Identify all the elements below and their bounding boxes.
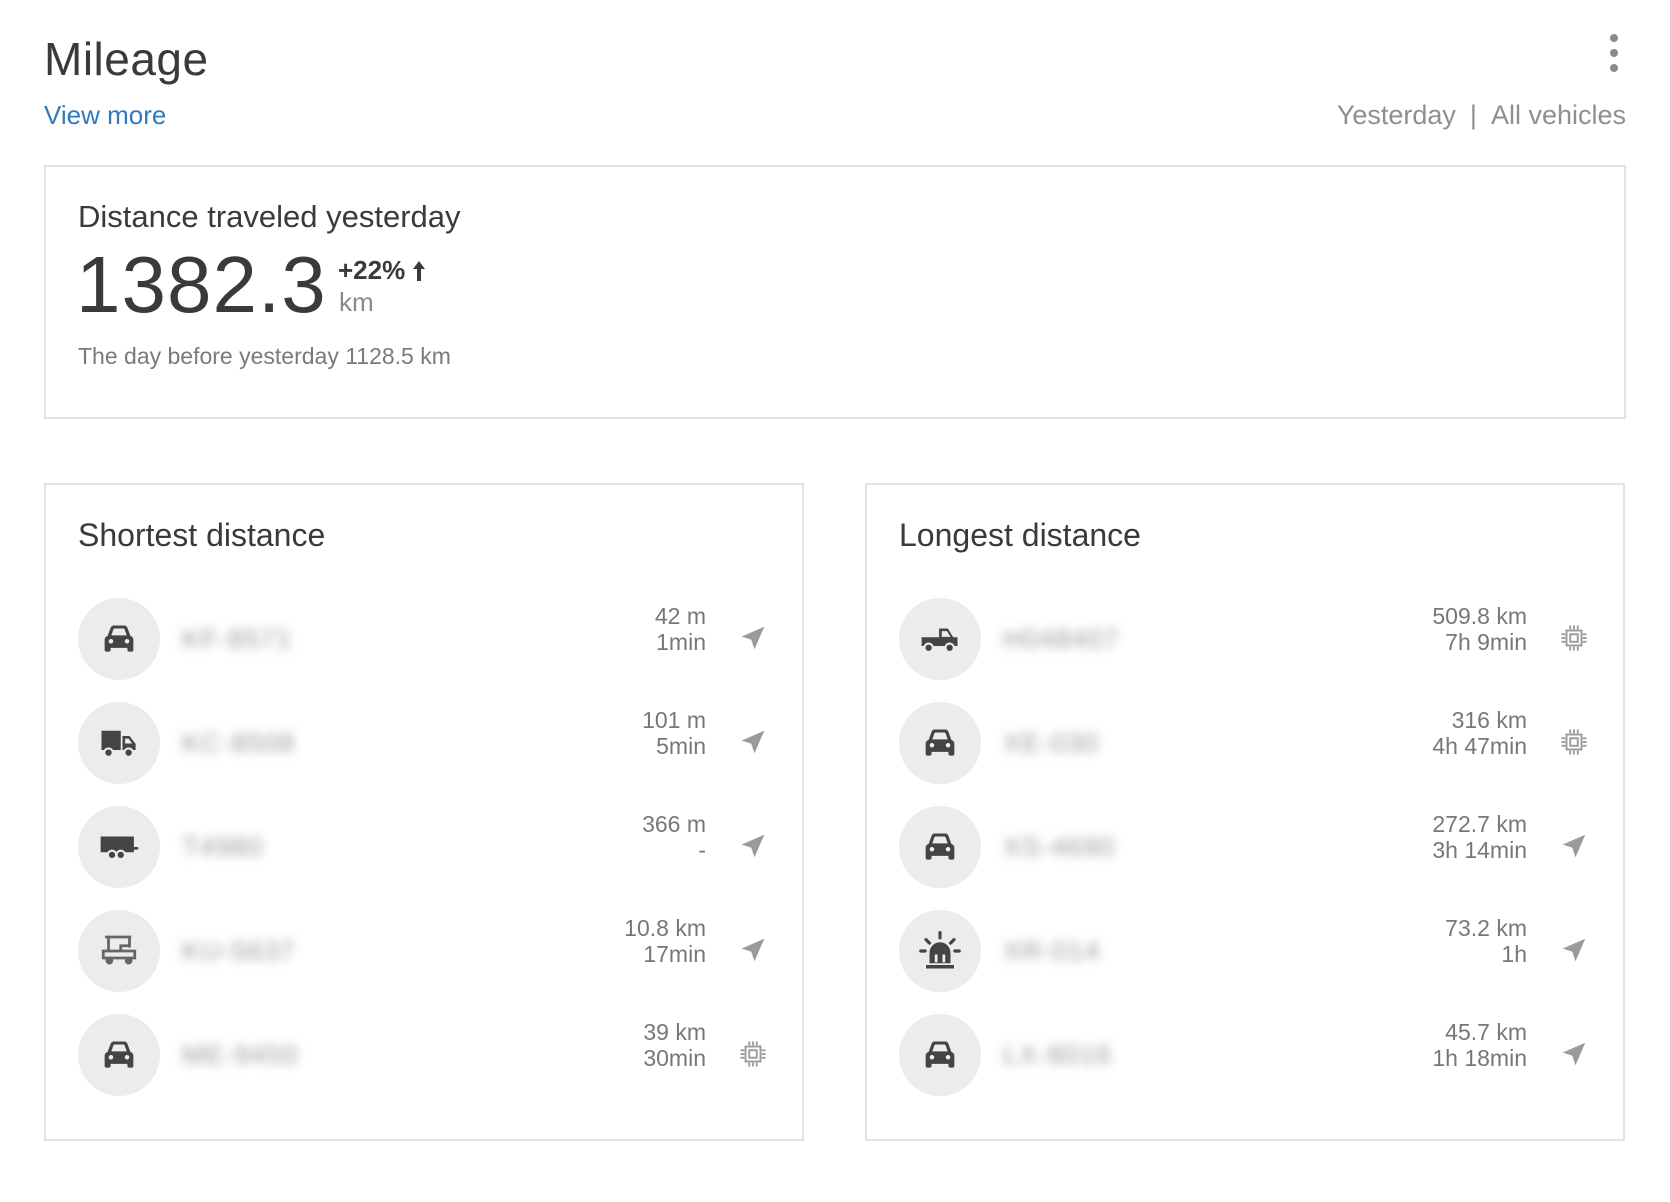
trip-duration: 3h 14min bbox=[1432, 837, 1527, 863]
trip-metrics: 316 km 4h 47min bbox=[1432, 707, 1527, 759]
car-icon bbox=[899, 1014, 981, 1096]
longest-distance-list: H048407 509.8 km 7h 9min XE-030 316 km 4h 47m… bbox=[899, 587, 1593, 1107]
trip-distance: 45.7 km bbox=[1445, 1019, 1527, 1045]
trip-metrics: 509.8 km 7h 9min bbox=[1432, 603, 1527, 655]
distance-summary-card: Distance traveled yesterday 1382.3 +22% … bbox=[44, 165, 1626, 419]
trip-distance: 272.7 km bbox=[1432, 811, 1527, 837]
more-options-icon[interactable] bbox=[1604, 34, 1624, 72]
list-item[interactable]: KF-8571 42 m 1min bbox=[78, 587, 772, 691]
vehicle-plate: XS-4690 bbox=[1003, 831, 1116, 862]
location-arrow-icon bbox=[736, 621, 770, 655]
list-item[interactable]: KC-8508 101 m 5min bbox=[78, 691, 772, 795]
vehicle-plate: XE-030 bbox=[1003, 727, 1100, 758]
trip-metrics: 10.8 km 17min bbox=[624, 915, 706, 967]
trip-metrics: 39 km 30min bbox=[643, 1019, 706, 1071]
list-item[interactable]: KU-5637 10.8 km 17min bbox=[78, 899, 772, 1003]
trip-distance: 366 m bbox=[642, 811, 706, 837]
previous-distance: The day before yesterday 1128.5 km bbox=[78, 343, 451, 369]
trip-duration: 1min bbox=[656, 629, 706, 655]
trip-duration: 30min bbox=[643, 1045, 706, 1071]
longest-distance-card: Longest distance H048407 509.8 km 7h 9min X… bbox=[865, 483, 1625, 1141]
car-icon bbox=[78, 1014, 160, 1096]
location-arrow-icon bbox=[1557, 933, 1591, 967]
trip-distance: 10.8 km bbox=[624, 915, 706, 941]
trip-duration: 5min bbox=[656, 733, 706, 759]
list-item[interactable]: ME-9450 39 km 30min bbox=[78, 1003, 772, 1107]
list-item[interactable]: XR-014 73.2 km 1h bbox=[899, 899, 1593, 1003]
trip-distance: 316 km bbox=[1451, 707, 1527, 733]
vehicle-plate: XR-014 bbox=[1003, 935, 1101, 966]
list-item[interactable]: H048407 509.8 km 7h 9min bbox=[899, 587, 1593, 691]
change-percent: +22% bbox=[338, 255, 406, 285]
trip-metrics: 45.7 km 1h 18min bbox=[1432, 1019, 1527, 1071]
car-icon bbox=[78, 598, 160, 680]
trip-duration: 1h 18min bbox=[1432, 1045, 1527, 1071]
summary-title: Distance traveled yesterday bbox=[78, 199, 461, 234]
change-indicator: +22% bbox=[338, 255, 427, 286]
list-item[interactable]: T4980 366 m- bbox=[78, 795, 772, 899]
vehicle-plate: KU-5637 bbox=[182, 935, 296, 966]
siren-icon bbox=[899, 910, 981, 992]
trip-metrics: 42 m 1min bbox=[655, 603, 706, 655]
longest-distance-title: Longest distance bbox=[899, 517, 1141, 553]
trailer-icon bbox=[78, 806, 160, 888]
vehicle-plate: ME-9450 bbox=[182, 1039, 299, 1070]
trip-duration: - bbox=[698, 837, 706, 863]
trip-duration: 7h 9min bbox=[1445, 629, 1527, 655]
trip-metrics: 366 m- bbox=[642, 811, 706, 863]
widget-title: Mileage bbox=[44, 33, 209, 85]
shortest-distance-list: KF-8571 42 m 1min KC-8508 101 m 5min T4980 366 … bbox=[78, 587, 772, 1107]
location-arrow-icon bbox=[736, 829, 770, 863]
pickup-truck-icon bbox=[899, 598, 981, 680]
chip-icon bbox=[1557, 725, 1591, 759]
list-item[interactable]: XE-030 316 km 4h 47min bbox=[899, 691, 1593, 795]
trip-duration: 1h bbox=[1501, 941, 1527, 967]
list-item[interactable]: XS-4690 272.7 km 3h 14min bbox=[899, 795, 1593, 899]
trip-distance: 101 m bbox=[642, 707, 706, 733]
shortest-distance-title: Shortest distance bbox=[78, 517, 326, 553]
truck-icon bbox=[78, 702, 160, 784]
trip-distance: 73.2 km bbox=[1445, 915, 1527, 941]
distance-unit: km bbox=[339, 287, 374, 317]
location-arrow-icon bbox=[1557, 1037, 1591, 1071]
chip-icon bbox=[736, 1037, 770, 1071]
shortest-distance-card: Shortest distance KF-8571 42 m 1min KC-8508… bbox=[44, 483, 804, 1141]
list-item[interactable]: LX-8016 45.7 km 1h 18min bbox=[899, 1003, 1593, 1107]
location-arrow-icon bbox=[736, 933, 770, 967]
trip-metrics: 272.7 km 3h 14min bbox=[1432, 811, 1527, 863]
trip-duration: 4h 47min bbox=[1432, 733, 1527, 759]
golf-cart-icon bbox=[78, 910, 160, 992]
trip-distance: 39 km bbox=[643, 1019, 706, 1045]
location-arrow-icon bbox=[736, 725, 770, 759]
filter-bar: Yesterday | All vehicles bbox=[1337, 100, 1626, 131]
chip-icon bbox=[1557, 621, 1591, 655]
vehicle-plate: LX-8016 bbox=[1003, 1039, 1113, 1070]
vehicle-plate: KC-8508 bbox=[182, 727, 296, 758]
trip-metrics: 101 m 5min bbox=[642, 707, 706, 759]
trip-distance: 42 m bbox=[654, 603, 706, 629]
vehicle-plate: T4980 bbox=[182, 831, 264, 862]
vehicle-filter[interactable]: All vehicles bbox=[1491, 100, 1626, 131]
vehicle-plate: KF-8571 bbox=[182, 623, 293, 654]
location-arrow-icon bbox=[1557, 829, 1591, 863]
widget-header: Mileage View more Yesterday | All vehicl… bbox=[44, 28, 1626, 138]
trip-distance: 509.8 km bbox=[1432, 603, 1527, 629]
arrow-up-icon bbox=[413, 260, 426, 281]
trip-duration: 17min bbox=[643, 941, 706, 967]
trip-metrics: 73.2 km 1h bbox=[1445, 915, 1527, 967]
view-more-link[interactable]: View more bbox=[44, 100, 166, 131]
period-filter[interactable]: Yesterday bbox=[1337, 100, 1456, 131]
filter-separator: | bbox=[1469, 100, 1477, 130]
distance-value: 1382.3 bbox=[76, 240, 327, 329]
car-icon bbox=[899, 806, 981, 888]
vehicle-plate: H048407 bbox=[1003, 623, 1120, 654]
car-icon bbox=[899, 702, 981, 784]
